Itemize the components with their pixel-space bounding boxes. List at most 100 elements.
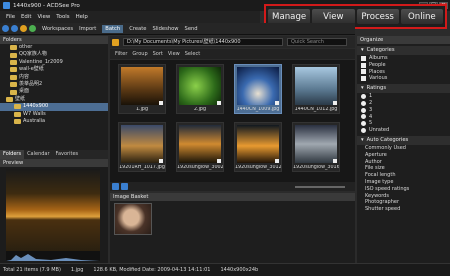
- basket-image[interactable]: [114, 203, 152, 235]
- organize-item[interactable]: Photographer: [357, 199, 450, 206]
- select-checkbox[interactable]: [159, 159, 163, 163]
- organize-item[interactable]: 3: [357, 107, 450, 114]
- quick-search-input[interactable]: Quick Search: [287, 38, 347, 46]
- tab-manage[interactable]: Manage: [268, 9, 311, 24]
- slideshow-menu[interactable]: Slideshow: [152, 26, 178, 32]
- organize-item[interactable]: Aperture: [357, 152, 450, 159]
- menu-edit[interactable]: Edit: [21, 14, 31, 20]
- organize-label: ISO speed ratings: [365, 185, 410, 192]
- tab-favorites[interactable]: Favorites: [53, 150, 82, 159]
- organize-item[interactable]: 2: [357, 100, 450, 107]
- organize-label: Author: [365, 158, 382, 165]
- folder-item[interactable]: 1440x900: [0, 103, 108, 111]
- view-menu[interactable]: View: [168, 51, 180, 57]
- checkbox[interactable]: [361, 55, 366, 61]
- refresh-icon[interactable]: [29, 25, 36, 32]
- group-menu[interactable]: Group: [132, 51, 147, 57]
- organize-item[interactable]: 1: [357, 93, 450, 100]
- select-checkbox[interactable]: [275, 159, 279, 163]
- tab-folders[interactable]: Folders: [0, 150, 25, 159]
- organize-item[interactable]: Places: [357, 69, 450, 76]
- thumbnail-label: 1440CN_1009.jpg: [236, 107, 280, 112]
- folder-item[interactable]: other: [0, 44, 108, 51]
- zoom-slider[interactable]: [295, 185, 345, 188]
- organize-item[interactable]: 5: [357, 120, 450, 127]
- tab-view[interactable]: View: [312, 9, 355, 24]
- auto-categories-header[interactable]: ▾ Auto Categories: [357, 135, 450, 145]
- menu-view[interactable]: View: [37, 14, 50, 20]
- back-icon[interactable]: [2, 25, 9, 32]
- folder-item[interactable]: 内容: [0, 74, 108, 81]
- folder-item[interactable]: 桌面: [0, 88, 108, 95]
- sort-menu[interactable]: Sort: [153, 51, 163, 57]
- organize-item[interactable]: Author: [357, 159, 450, 166]
- organize-item[interactable]: Shutter speed: [357, 206, 450, 213]
- radio[interactable]: [361, 107, 366, 113]
- checkbox[interactable]: [361, 76, 366, 82]
- send-menu[interactable]: Send: [185, 26, 198, 32]
- radio[interactable]: [361, 128, 366, 134]
- tab-process[interactable]: Process: [356, 9, 399, 24]
- menu-file[interactable]: File: [6, 14, 15, 20]
- organize-item[interactable]: Commonly Used: [357, 145, 450, 152]
- radio[interactable]: [361, 121, 366, 127]
- radio[interactable]: [361, 114, 366, 120]
- thumbnail-size-icon[interactable]: [121, 183, 128, 190]
- organize-item[interactable]: Albums: [357, 55, 450, 62]
- menu-help[interactable]: Help: [76, 14, 88, 20]
- thumbnail[interactable]: 1920sunglow_3002.jpg: [176, 122, 224, 172]
- organize-item[interactable]: Keywords: [357, 193, 450, 200]
- path-field[interactable]: D:\My Documents\My Pictures\壁纸\1440x900: [123, 38, 283, 46]
- folder-item[interactable]: W7 Walls: [0, 111, 108, 118]
- view-mode-icon[interactable]: [112, 183, 119, 190]
- organize-item[interactable]: File size: [357, 165, 450, 172]
- menu-tools[interactable]: Tools: [56, 14, 69, 20]
- folder-item[interactable]: wall-e壁纸: [0, 66, 108, 73]
- checkbox[interactable]: [361, 62, 366, 68]
- file-list: 1.jpg 2.jpg 1440CN_1009.jpg 1440CN_1012.jpg…: [110, 60, 355, 182]
- folder-item[interactable]: Australia: [0, 118, 108, 125]
- thumbnail[interactable]: 1920sunglow_3012.jpg: [234, 122, 282, 172]
- organize-item[interactable]: Focal length: [357, 172, 450, 179]
- thumbnail[interactable]: 1440CN_1009.jpg: [234, 64, 282, 114]
- organize-item[interactable]: Unrated: [357, 127, 450, 134]
- ratings-header[interactable]: ▾ Ratings: [357, 84, 450, 94]
- thumbnail[interactable]: 1440CN_1012.jpg: [292, 64, 340, 114]
- folder-item[interactable]: QQ家族人物: [0, 51, 108, 58]
- thumbnail[interactable]: 1920sunglow_3016.jpg: [292, 122, 340, 172]
- organize-item[interactable]: 4: [357, 114, 450, 121]
- select-checkbox[interactable]: [333, 159, 337, 163]
- organize-item[interactable]: People: [357, 62, 450, 69]
- folder-icon: [10, 59, 17, 65]
- organize-item[interactable]: ISO speed ratings: [357, 186, 450, 193]
- up-folder-icon[interactable]: [20, 25, 27, 32]
- thumbnail[interactable]: 2.jpg: [176, 64, 224, 114]
- select-checkbox[interactable]: [217, 159, 221, 163]
- thumbnail[interactable]: 19201RH_1017.jpg: [118, 122, 166, 172]
- organize-item[interactable]: Various: [357, 75, 450, 82]
- status-info: 128.6 KB, Modified Date: 2009-04-13 14:1…: [93, 267, 211, 273]
- create-menu[interactable]: Create: [129, 26, 146, 32]
- select-menu[interactable]: Select: [185, 51, 200, 57]
- organize-item[interactable]: Image type: [357, 179, 450, 186]
- select-checkbox[interactable]: [275, 101, 279, 105]
- radio[interactable]: [361, 94, 366, 100]
- thumbnail[interactable]: 1.jpg: [118, 64, 166, 114]
- checkbox[interactable]: [361, 69, 366, 75]
- select-checkbox[interactable]: [333, 101, 337, 105]
- tab-calendar[interactable]: Calendar: [24, 150, 52, 159]
- categories-header[interactable]: ▾ Categories: [357, 46, 450, 55]
- tab-online[interactable]: Online: [400, 9, 443, 24]
- folder-item[interactable]: 壁纸: [0, 96, 108, 103]
- batch-menu[interactable]: Batch: [102, 24, 124, 33]
- select-checkbox[interactable]: [159, 101, 163, 105]
- folder-item[interactable]: 羡莘品明2: [0, 81, 108, 88]
- forward-icon[interactable]: [11, 25, 18, 32]
- select-checkbox[interactable]: [217, 101, 221, 105]
- radio[interactable]: [361, 100, 366, 106]
- folder-icon: [10, 74, 17, 80]
- folder-item[interactable]: Valentine_1r2009: [0, 59, 108, 66]
- import-menu[interactable]: Import: [79, 26, 96, 32]
- filter-menu[interactable]: Filter: [115, 51, 127, 57]
- workspaces-menu[interactable]: Workspaces: [42, 26, 73, 32]
